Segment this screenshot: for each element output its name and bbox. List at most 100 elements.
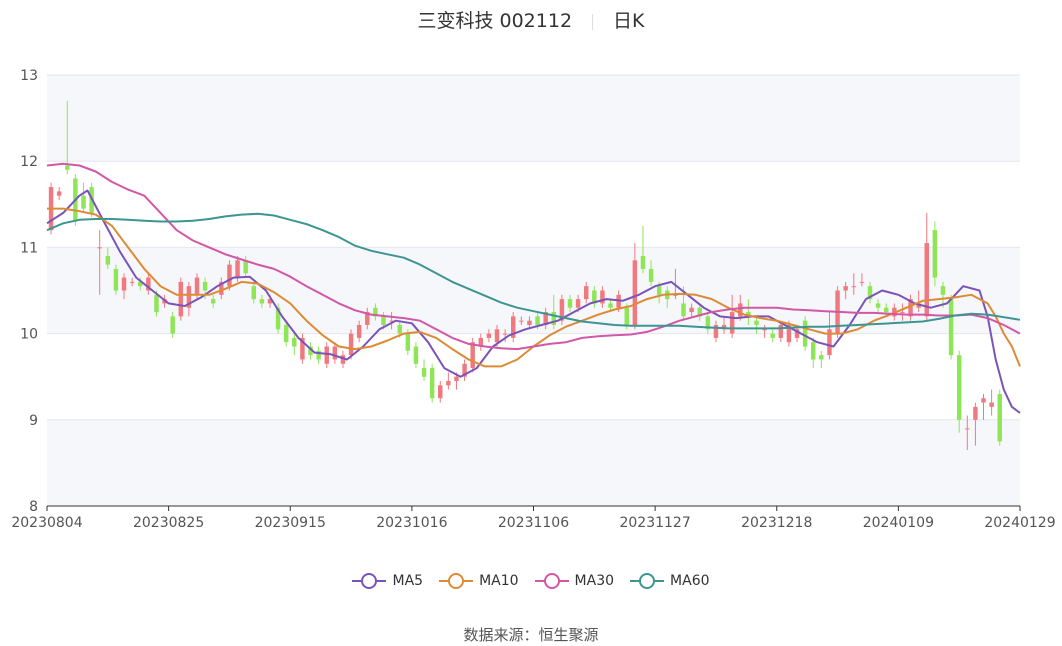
y-tick-label: 12: [20, 154, 38, 170]
candle-body: [381, 316, 386, 325]
candle-body: [567, 299, 573, 308]
y-axis: 8 9 10 11 12 13: [20, 68, 38, 515]
candle: [324, 342, 329, 369]
candle-body: [227, 264, 232, 287]
legend-circle-icon: [639, 573, 656, 589]
candle-body: [875, 303, 881, 308]
candle: [316, 346, 321, 364]
candle: [178, 277, 184, 321]
candle-body: [819, 355, 824, 360]
candle-body: [689, 307, 694, 313]
candle-body: [438, 385, 443, 399]
candle-body: [429, 368, 435, 399]
candle-body: [754, 320, 759, 325]
x-tick-label: 20231016: [376, 515, 447, 531]
grid-band: [47, 419, 1020, 506]
candle-body: [356, 324, 362, 338]
candle-body: [632, 260, 638, 325]
candle-body: [194, 277, 200, 295]
legend-swatch: [534, 573, 569, 589]
legend-label: MA60: [670, 573, 710, 589]
y-tick-label: 8: [29, 499, 38, 515]
data-source: 数据来源：恒生聚源: [0, 624, 1062, 645]
candle-body: [940, 286, 946, 295]
legend-circle-icon: [361, 573, 378, 589]
candle-body: [883, 307, 889, 313]
candle: [932, 221, 938, 287]
candle-body: [397, 324, 402, 334]
legend-swatch: [352, 573, 387, 589]
candle-body: [65, 165, 70, 170]
candle-body: [851, 286, 857, 288]
candle-body: [502, 333, 508, 335]
candle-body: [121, 277, 127, 291]
candle-body: [802, 320, 808, 347]
candle-body: [811, 342, 816, 360]
candle-body: [56, 191, 62, 196]
y-tick-label: 9: [29, 413, 38, 429]
candle-body: [454, 376, 459, 382]
candle-body: [900, 312, 905, 314]
candle-body: [656, 286, 662, 295]
candle-body: [965, 428, 970, 430]
candle-body: [421, 368, 427, 377]
y-tick-label: 11: [20, 240, 38, 256]
legend-label: MA10: [479, 573, 519, 589]
legend-item-ma30[interactable]: MA30: [534, 573, 615, 589]
candle-body: [202, 281, 208, 291]
candle: [819, 350, 824, 369]
candle: [989, 389, 994, 416]
candle-body: [981, 398, 986, 403]
candle-body: [105, 256, 111, 265]
candle: [924, 212, 929, 321]
candle-body: [470, 342, 475, 369]
candle-body: [446, 381, 451, 386]
candle-body: [729, 312, 735, 334]
candle-body: [997, 393, 1002, 442]
candle-body: [624, 307, 629, 325]
candle-body: [608, 303, 613, 308]
candle-body: [413, 346, 419, 364]
candle-body: [405, 333, 411, 351]
candle-body: [324, 346, 329, 364]
candle-body: [948, 299, 954, 356]
candle-body: [640, 256, 646, 269]
grid-band: [47, 75, 1020, 162]
candle-body: [535, 316, 540, 325]
candle: [413, 342, 419, 369]
candle: [113, 264, 119, 295]
legend-item-ma10[interactable]: MA10: [439, 573, 519, 589]
legend-circle-icon: [448, 573, 465, 589]
candle-body: [348, 333, 354, 356]
candle-body: [681, 303, 686, 317]
candle: [429, 363, 435, 403]
candle-body: [762, 329, 767, 331]
candle-body: [251, 286, 256, 300]
candle-body: [210, 299, 216, 304]
candle-body: [154, 294, 159, 313]
candle-body: [648, 268, 654, 282]
legend-swatch: [439, 573, 474, 589]
legend-swatch: [630, 573, 665, 589]
legend: MA5 MA10 MA30 MA60: [0, 573, 1062, 593]
candle-body: [332, 346, 338, 360]
candle: [300, 333, 305, 364]
candle: [56, 187, 62, 200]
candlestick-chart: 8 9 10 11 12 13 20230804 20230825 20230915 20231…: [11, 68, 1055, 531]
candle: [802, 316, 808, 351]
candle-body: [770, 333, 775, 338]
source-name: 恒生聚源: [538, 626, 599, 644]
candle: [478, 333, 484, 351]
candle-body: [973, 406, 978, 420]
candle-body: [932, 230, 938, 278]
candle: [292, 333, 297, 356]
legend-label: MA30: [574, 573, 615, 589]
candle-body: [178, 281, 184, 317]
candle-body: [113, 268, 119, 291]
candle-body: [486, 333, 492, 338]
legend-item-ma60[interactable]: MA60: [630, 573, 710, 589]
candle: [470, 337, 475, 373]
legend-item-ma5[interactable]: MA5: [352, 573, 423, 589]
candle-body: [859, 281, 865, 283]
x-tick-label: 20230825: [133, 515, 204, 531]
